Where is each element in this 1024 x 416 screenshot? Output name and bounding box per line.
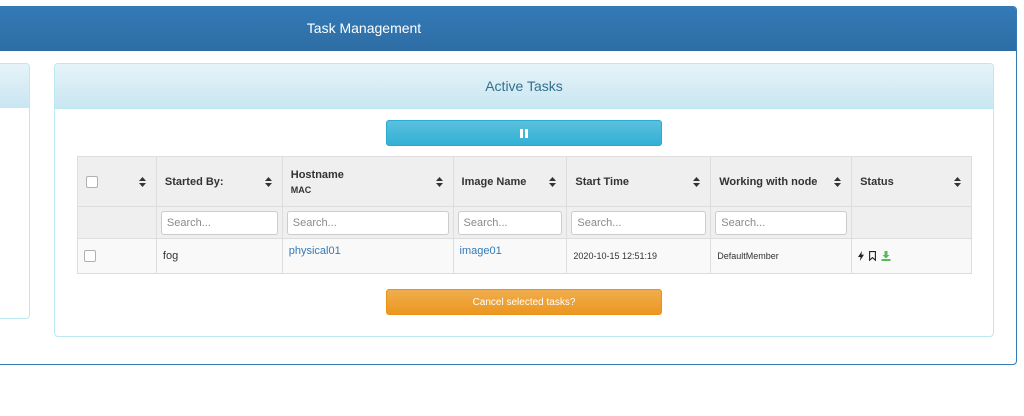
filter-cell-empty (77, 206, 157, 239)
table-row[interactable]: fog physical01 image01 2020-10-15 12:51:… (77, 238, 972, 274)
bolt-icon (858, 251, 865, 261)
image-name-link[interactable]: image01 (460, 245, 502, 257)
select-all-header[interactable] (77, 156, 157, 207)
sort-icon[interactable] (693, 176, 701, 187)
search-node-input[interactable] (715, 210, 848, 235)
sort-icon[interactable] (264, 176, 272, 187)
filter-cell-empty (851, 206, 972, 239)
sort-icon[interactable] (834, 176, 842, 187)
side-panel-header (0, 64, 29, 108)
column-header-started-by[interactable]: Started By: (155, 156, 283, 207)
filter-cell (155, 206, 283, 239)
column-label: Working with node (719, 175, 818, 188)
hostname-link[interactable]: physical01 (289, 245, 341, 257)
sort-icon[interactable] (138, 176, 146, 187)
filter-cell (452, 206, 568, 239)
column-label: Image Name (461, 175, 527, 188)
select-all-checkbox[interactable] (86, 175, 98, 188)
table-header-row: Started By: Hostname MAC Image Name Star… (77, 156, 972, 207)
hostname-cell: physical01 (281, 238, 454, 274)
row-checkbox[interactable] (84, 250, 96, 263)
search-hostname-input[interactable] (286, 210, 449, 235)
cancel-selected-tasks-button[interactable]: Cancel selected tasks? (386, 289, 662, 315)
page-title: Task Management (306, 20, 422, 36)
column-label: Hostname (290, 168, 344, 181)
filter-row (77, 206, 972, 239)
column-sublabel: MAC (290, 184, 312, 195)
sort-icon[interactable] (435, 176, 443, 187)
column-header-node[interactable]: Working with node (710, 156, 853, 207)
pause-icon (520, 128, 528, 138)
panel-header: Task Management (0, 7, 1016, 51)
pause-button[interactable] (386, 120, 662, 146)
started-by-value: fog (162, 250, 179, 262)
image-name-cell: image01 (452, 238, 568, 274)
sort-icon[interactable] (549, 176, 557, 187)
node-cell: DefaultMember (710, 238, 853, 274)
start-time-cell: 2020-10-15 12:51:19 (566, 238, 712, 274)
search-image-name-input[interactable] (457, 210, 563, 235)
column-header-hostname[interactable]: Hostname MAC (281, 156, 454, 207)
download-icon (881, 251, 891, 261)
row-select-cell[interactable] (77, 238, 157, 274)
column-header-image-name[interactable]: Image Name (452, 156, 568, 207)
status-cell (851, 238, 972, 274)
active-tasks-table: Started By: Hostname MAC Image Name Star… (77, 156, 972, 274)
filter-cell (710, 206, 853, 239)
filter-cell (566, 206, 712, 239)
column-header-status[interactable]: Status (851, 156, 972, 207)
search-started-by-input[interactable] (160, 210, 278, 235)
active-tasks-panel: Active Tasks Started By: Hostname MAC Im… (54, 63, 994, 337)
side-panel (0, 63, 30, 319)
node-value: DefaultMember (717, 251, 779, 261)
column-label: Started By: (164, 175, 224, 188)
started-by-cell: fog (155, 238, 283, 274)
sort-icon[interactable] (954, 176, 961, 187)
column-label: Start Time (575, 175, 630, 188)
filter-cell (281, 206, 454, 239)
active-tasks-title: Active Tasks (485, 78, 563, 94)
active-tasks-header: Active Tasks (55, 64, 993, 109)
search-start-time-input[interactable] (571, 210, 707, 235)
bookmark-icon (869, 251, 877, 261)
column-label: Status (860, 175, 894, 188)
start-time-value: 2020-10-15 12:51:19 (573, 251, 657, 261)
column-header-start-time[interactable]: Start Time (566, 156, 712, 207)
